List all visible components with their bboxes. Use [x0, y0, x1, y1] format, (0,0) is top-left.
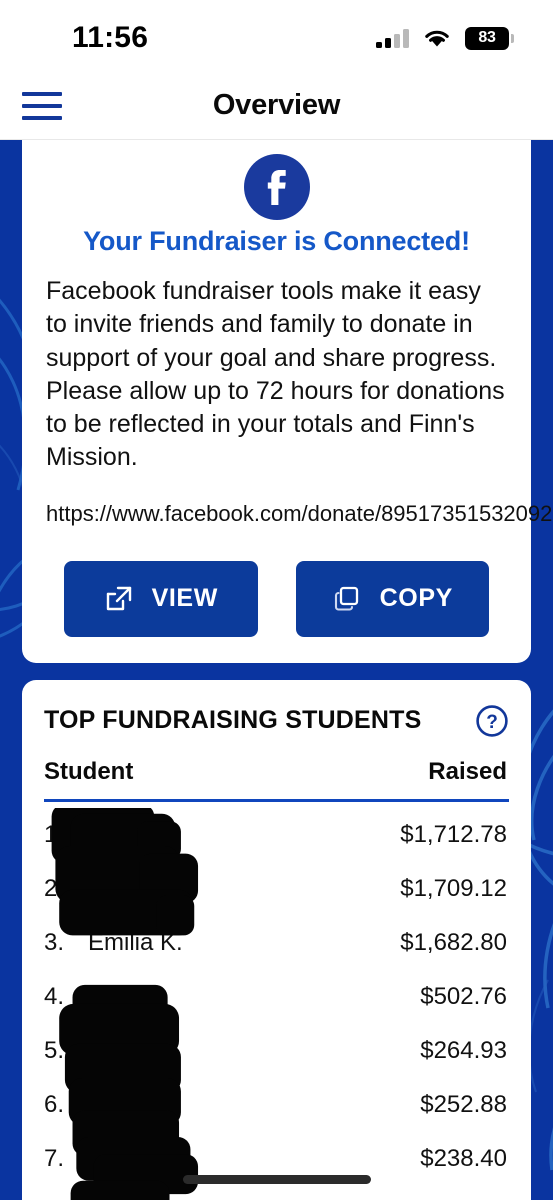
leaderboard-divider	[44, 798, 509, 802]
student-name: S.	[88, 820, 111, 848]
student-name: M S.	[88, 1144, 138, 1172]
student-cell: 1. S.	[44, 821, 111, 849]
battery-icon: 83	[465, 26, 514, 50]
fundraiser-actions: VIEW COPY	[46, 560, 507, 637]
view-button[interactable]: VIEW	[64, 560, 258, 637]
home-indicator	[182, 1175, 371, 1184]
hamburger-menu-icon[interactable]	[22, 91, 62, 120]
svg-text:?: ?	[486, 712, 498, 733]
leaderboard-column-headers: Student Raised	[44, 758, 509, 786]
column-header-raised: Raised	[428, 757, 507, 785]
copy-icon	[334, 586, 358, 611]
student-raised-amount: $1,682.80	[400, 928, 507, 956]
student-cell: 3. Emilia K.	[44, 929, 183, 957]
external-link-icon	[106, 586, 131, 610]
copy-button[interactable]: COPY	[295, 560, 489, 637]
leaderboard-rows: 1. S. $1,712.78 2. S. $1,709.12 3. Emilia K. $1,…	[44, 807, 509, 1200]
nav-header: Overview	[0, 72, 553, 140]
status-indicators: 83	[376, 23, 514, 50]
student-raised-amount: $1,709.12	[400, 874, 507, 902]
facebook-logo-icon	[243, 154, 310, 220]
status-time: 11:56	[72, 21, 149, 54]
student-name: Sa	[88, 1090, 118, 1118]
leaderboard-title: TOP FUNDRAISING STUDENTS	[44, 705, 422, 734]
page-body: Your Fundraiser is Connected! Facebook f…	[0, 140, 553, 1200]
student-cell: 6. Sa	[44, 1091, 117, 1119]
battery-level: 83	[478, 29, 496, 46]
student-rank: 6.	[44, 1090, 65, 1118]
status-bar: 11:56 83	[0, 0, 553, 72]
table-row: 2. S. $1,709.12	[44, 862, 509, 916]
student-raised-amount: $238.40	[420, 1144, 507, 1172]
student-raised-amount: $264.93	[420, 1036, 507, 1064]
student-rank: 4.	[44, 982, 65, 1010]
student-name: S.	[88, 874, 111, 902]
student-name: L	[88, 1036, 102, 1064]
student-raised-amount: $502.76	[420, 982, 507, 1010]
table-row: 6. Sa $252.88	[44, 1078, 509, 1132]
table-row: 1. S. $1,712.78	[44, 808, 509, 862]
facebook-connected-card: Your Fundraiser is Connected! Facebook f…	[22, 140, 553, 663]
student-rank: 2.	[44, 874, 65, 902]
app-root: 11:56 83 Overview Your Fundraiser is Con…	[0, 0, 553, 1200]
view-button-label: VIEW	[151, 584, 218, 612]
student-rank: 5.	[44, 1036, 65, 1064]
table-row: 5. L $264.93	[44, 1024, 509, 1078]
student-cell: 5. L	[44, 1037, 101, 1065]
leaderboard-header: TOP FUNDRAISING STUDENTS ?	[44, 704, 509, 738]
student-raised-amount: $252.88	[420, 1090, 507, 1118]
column-header-student: Student	[44, 757, 134, 785]
table-row: 3. Emilia K. $1,682.80	[44, 916, 509, 970]
student-cell: 7. M S.	[44, 1145, 137, 1173]
table-row: 8.La$227.04	[44, 1186, 509, 1200]
student-rank: 1.	[44, 820, 65, 848]
student-raised-amount: $1,712.78	[400, 820, 507, 848]
fundraiser-url: https://www.facebook.com/donate/89517351…	[46, 500, 553, 526]
fundraiser-connected-heading: Your Fundraiser is Connected!	[83, 226, 470, 256]
wifi-icon	[425, 30, 449, 47]
student-cell: 4. Sa	[44, 983, 117, 1011]
cellular-signal-icon	[376, 28, 409, 48]
student-rank: 7.	[44, 1144, 65, 1172]
top-fundraising-students-card: TOP FUNDRAISING STUDENTS ? Student Raise…	[22, 679, 531, 1200]
student-cell: 2. S.	[44, 875, 111, 903]
fundraiser-description: Facebook fundraiser tools make it easy t…	[46, 277, 505, 472]
copy-button-label: COPY	[379, 584, 453, 612]
page-title: Overview	[212, 89, 341, 121]
student-name: Sa	[88, 982, 118, 1010]
table-row: 4. Sa $502.76	[44, 970, 509, 1024]
question-mark-circle-icon[interactable]: ?	[475, 704, 509, 738]
student-rank: 3.	[44, 928, 65, 956]
student-name: Emilia K.	[88, 928, 183, 956]
